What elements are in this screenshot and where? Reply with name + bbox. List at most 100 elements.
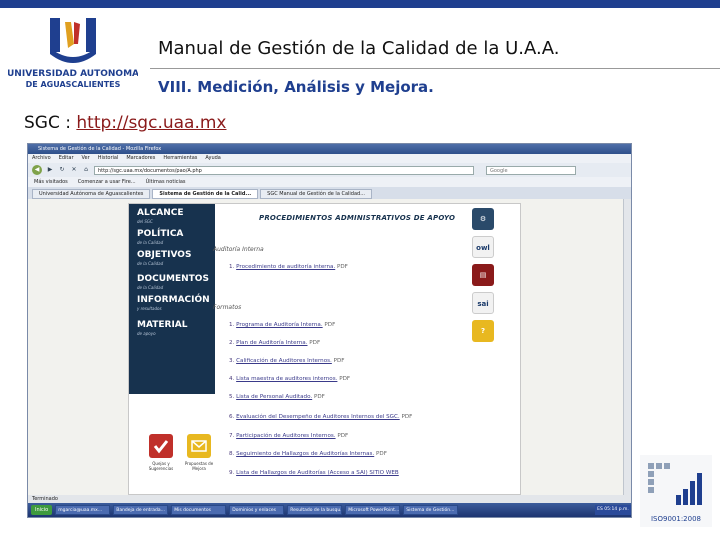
slide: UNIVERSIDAD AUTONOMA DE AGUASCALIENTES M… (0, 0, 720, 540)
nav-alcance[interactable]: ALCANCE (137, 208, 184, 218)
format-item[interactable]: 3. Calificación de Auditores Internos. P… (229, 358, 345, 364)
menu-historial[interactable]: Historial (98, 154, 119, 163)
sgc-label: SGC : (24, 113, 71, 133)
item-link[interactable]: Participación de Auditores Internos. (236, 433, 335, 439)
item-format: PDF (333, 358, 345, 364)
site-left-nav: ALCANCE del SGC POLÍTICA de la Calidad O… (129, 204, 215, 394)
item-num: 4. (229, 376, 235, 382)
bookmark-item[interactable]: Más visitados (34, 177, 68, 187)
top-bar (0, 0, 720, 8)
item-link[interactable]: Programa de Auditoría Interna. (236, 322, 323, 328)
taskbar-item[interactable]: Resultado de la busqu... (287, 505, 343, 515)
menu-ver[interactable]: Ver (82, 154, 90, 163)
item-num: 1. (229, 264, 235, 270)
nav-documentos[interactable]: DOCUMENTOS (137, 274, 209, 284)
bookmark-item[interactable]: Últimas noticias (146, 177, 186, 187)
format-item[interactable]: 9. Lista de Hallazgos de Auditorías (Acc… (229, 470, 399, 476)
window-title: Sistema de Gestión de la Calidad - Mozil… (28, 144, 631, 154)
format-item[interactable]: 1. Programa de Auditoría Interna. PDF (229, 322, 335, 328)
taskbar-item[interactable]: Microsoft PowerPoint... (345, 505, 401, 515)
taskbar: Inicio mgarcia@uaa.mx... Bandeja de entr… (28, 503, 631, 517)
section-formats: Formatos (213, 304, 242, 311)
section-audit: Auditoría Interna (213, 246, 264, 253)
item-format: PDF (324, 322, 336, 328)
taskbar-item[interactable]: Sistema de Gestión... (403, 505, 459, 515)
tab-sgc[interactable]: Sistema de Gestión de la Calid... (152, 189, 259, 199)
checkmark-icon (153, 440, 169, 454)
slide-title: Manual de Gestión de la Calidad de la U.… (158, 38, 560, 59)
url-bar[interactable]: http://sgc.uaa.mx/documentos/pao/A.php (94, 165, 474, 175)
start-button[interactable]: Inicio (31, 505, 53, 515)
envelope-icon (191, 440, 207, 452)
complaints-button[interactable] (149, 434, 173, 458)
gear-icon[interactable]: ⚙ (472, 208, 494, 230)
item-link[interactable]: Calificación de Auditores Internos. (236, 358, 332, 364)
status-bar: Terminado (28, 495, 631, 503)
forward-icon[interactable]: ▶ (46, 166, 54, 174)
sgc-link[interactable]: http://sgc.uaa.mx (76, 113, 226, 133)
item-num: 6. (229, 414, 235, 420)
item-link[interactable]: Procedimiento de auditoría interna. (236, 264, 335, 270)
format-item[interactable]: 6. Evaluación del Desempeño de Auditores… (229, 414, 412, 420)
format-item[interactable]: 5. Lista de Personal Auditado. PDF (229, 394, 325, 400)
bookmark-item[interactable]: Comenzar a usar Fire... (78, 177, 136, 187)
procedure-item[interactable]: 1. Procedimiento de auditoría interna. P… (229, 264, 348, 270)
format-item[interactable]: 8. Seguimiento de Hallazgos de Auditoría… (229, 451, 387, 457)
stop-icon[interactable]: ✕ (70, 166, 78, 174)
nav-documentos-sub: de la Calidad (137, 285, 164, 290)
menu-marcadores[interactable]: Marcadores (126, 154, 155, 163)
iso-label: ISO9001:2008 (651, 515, 701, 523)
nav-material[interactable]: MATERIAL (137, 320, 188, 330)
item-link[interactable]: Lista de Hallazgos de Auditorías (Acceso… (236, 470, 399, 476)
menu-ayuda[interactable]: Ayuda (205, 154, 220, 163)
sgc-site: ALCANCE del SGC POLÍTICA de la Calidad O… (128, 203, 521, 495)
menu-archivo[interactable]: Archivo (32, 154, 51, 163)
sai-icon[interactable]: sai (472, 292, 494, 314)
iso-certification-icon: ISO9001:2008 (640, 455, 712, 527)
item-num: 5. (229, 394, 235, 400)
item-format: PDF (376, 451, 387, 457)
page-viewport: ALCANCE del SGC POLÍTICA de la Calidad O… (28, 199, 631, 495)
menu-editar[interactable]: Editar (59, 154, 74, 163)
sgc-line: SGC : http://sgc.uaa.mx (24, 113, 227, 133)
content-header: PROCEDIMIENTOS ADMINISTRATIVOS DE APOYO (259, 214, 456, 222)
item-format: PDF (337, 433, 349, 439)
nav-informacion[interactable]: INFORMACIÓN (137, 295, 210, 305)
lightbulb-icon[interactable]: ? (472, 320, 494, 342)
taskbar-clock: ES 05:14 p.m. (595, 505, 631, 515)
document-icon[interactable]: ▤ (472, 264, 494, 286)
back-icon[interactable]: ◀ (32, 165, 42, 175)
taskbar-item[interactable]: Dominios y enlaces (229, 505, 285, 515)
taskbar-item[interactable]: Bandeja de entrada... (113, 505, 169, 515)
item-link[interactable]: Plan de Auditoría Interna. (236, 340, 307, 346)
item-format: PDF (401, 414, 413, 420)
proposals-label: Propuestas de Mejora (184, 461, 214, 471)
slide-subtitle: VIII. Medición, Análisis y Mejora. (158, 78, 434, 96)
nav-politica[interactable]: POLÍTICA (137, 229, 183, 239)
item-num: 2. (229, 340, 235, 346)
item-link[interactable]: Lista maestra de auditores internos. (236, 376, 337, 382)
format-item[interactable]: 2. Plan de Auditoría Interna. PDF (229, 340, 320, 346)
item-link[interactable]: Seguimiento de Hallazgos de Auditorías I… (236, 451, 374, 457)
item-link[interactable]: Lista de Personal Auditado. (236, 394, 312, 400)
vertical-scrollbar[interactable] (623, 199, 631, 495)
tab-manual[interactable]: SGC Manual de Gestión de la Calidad... (260, 189, 372, 199)
search-input[interactable]: Google (486, 165, 576, 175)
tab-uaa[interactable]: Universidad Autónoma de Aguascalientes (32, 189, 151, 199)
complaints-label: Quejas y Sugerencias (148, 461, 174, 471)
format-item[interactable]: 7. Participación de Auditores Internos. … (229, 433, 348, 439)
item-format: PDF (313, 394, 325, 400)
bookmarks-bar: Más visitados Comenzar a usar Fire... Úl… (28, 177, 631, 187)
format-item[interactable]: 4. Lista maestra de auditores internos. … (229, 376, 350, 382)
nav-objetivos-sub: de la Calidad (137, 261, 164, 266)
proposals-button[interactable] (187, 434, 211, 458)
owl-icon[interactable]: owl (472, 236, 494, 258)
nav-alcance-sub: del SGC (137, 219, 153, 224)
item-link[interactable]: Evaluación del Desempeño de Auditores In… (236, 414, 400, 420)
menu-herramientas[interactable]: Herramientas (163, 154, 197, 163)
taskbar-item[interactable]: mgarcia@uaa.mx... (55, 505, 111, 515)
reload-icon[interactable]: ↻ (58, 166, 66, 174)
home-icon[interactable]: ⌂ (82, 166, 90, 174)
taskbar-item[interactable]: Mis documentos (171, 505, 227, 515)
nav-objetivos[interactable]: OBJETIVOS (137, 250, 191, 260)
